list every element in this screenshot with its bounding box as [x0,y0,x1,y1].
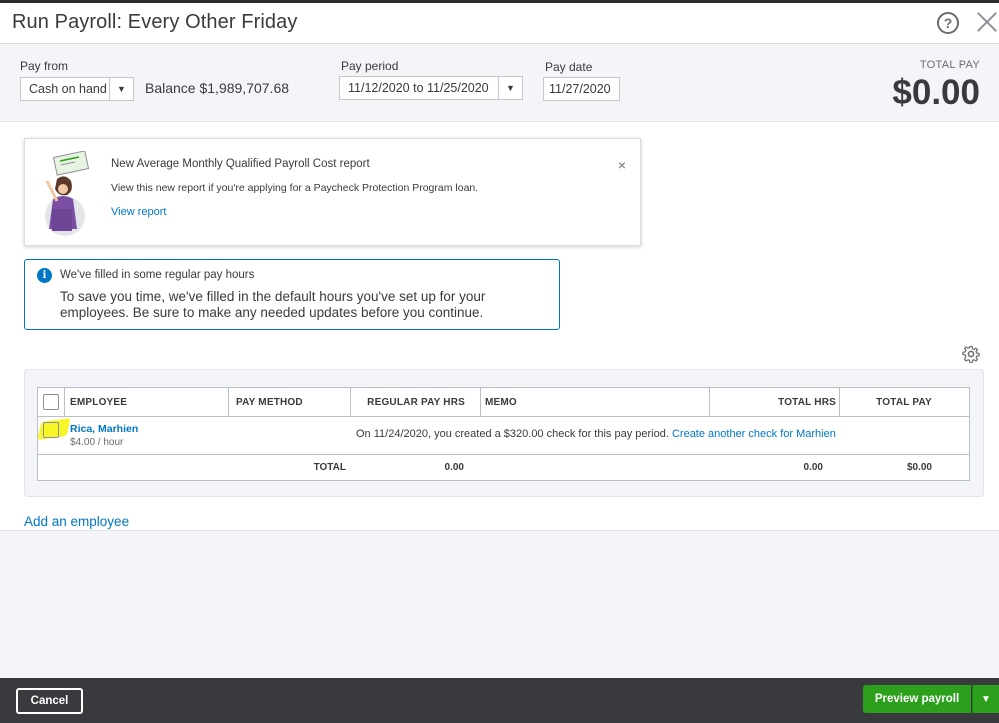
pay-date-label: Pay date [545,60,593,74]
info-icon: i [37,268,52,283]
pay-period-select[interactable]: 11/12/2020 to 11/25/2020 ▼ [339,76,523,100]
paycheck-message-text: On 11/24/2020, you created a $320.00 che… [356,428,669,440]
pay-from-select[interactable]: Cash on hand ▼ [20,77,134,101]
dropdown-caret-icon: ▼ [109,78,133,100]
report-notice-card: New Average Monthly Qualified Payroll Co… [24,138,641,246]
column-header-total-hrs[interactable]: TOTAL HRS [709,388,836,416]
chevron-down-icon[interactable]: ▼ [972,685,999,713]
notice-title: New Average Monthly Qualified Payroll Co… [111,158,370,170]
column-divider [480,388,481,416]
totals-label: TOTAL [313,462,346,473]
page-title: Run Payroll: Every Other Friday [12,11,298,33]
info-banner: i We've filled in some regular pay hours… [24,259,560,330]
dropdown-caret-icon: ▼ [498,77,522,99]
column-header-total-pay[interactable]: TOTAL PAY [839,388,969,416]
column-divider [64,388,65,416]
pay-period-value: 11/12/2020 to 11/25/2020 [348,81,489,95]
employee-name-link[interactable]: Rica, Marhien [70,423,138,435]
cancel-button[interactable]: Cancel [16,688,83,714]
select-all-checkbox[interactable] [43,394,59,410]
help-icon[interactable]: ? [937,12,959,34]
illustration [45,151,90,236]
pay-period-label: Pay period [341,59,399,73]
row-checkbox[interactable] [43,422,59,438]
close-icon[interactable] [974,9,999,35]
footer-bar: Cancel Preview payroll ▼ [0,678,999,723]
title-bar: Run Payroll: Every Other Friday ? [0,0,999,44]
payroll-table: EMPLOYEE PAY METHOD REGULAR PAY HRS MEMO… [37,387,970,481]
account-balance: Balance $1,989,707.68 [145,80,290,96]
pay-date-input[interactable]: 11/27/2020 [543,77,620,101]
preview-payroll-button[interactable]: Preview payroll [863,685,971,713]
create-another-check-link[interactable]: Create another check for Marhien [672,428,836,440]
table-row: Rica, Marhien $4.00 / hour On 11/24/2020… [37,417,969,455]
totals-total-pay: $0.00 [906,462,932,473]
column-header-pay-method[interactable]: PAY METHOD [236,388,303,416]
totals-total-hrs: 0.00 [803,462,823,473]
view-report-link[interactable]: View report [111,206,166,218]
gear-icon[interactable] [962,345,980,363]
empty-area [0,530,999,678]
total-pay-value: $0.00 [892,73,980,112]
info-body: To save you time, we've filled in the de… [60,289,486,320]
total-pay-label: TOTAL PAY [919,59,980,71]
add-employee-link[interactable]: Add an employee [24,514,129,529]
table-header-row: EMPLOYEE PAY METHOD REGULAR PAY HRS MEMO… [38,388,969,417]
notice-body: View this new report if you're applying … [111,182,479,194]
column-header-employee[interactable]: EMPLOYEE [70,388,127,416]
totals-regular-hrs: 0.00 [444,462,464,473]
info-title: We've filled in some regular pay hours [60,269,255,281]
employee-rate: $4.00 / hour [70,437,124,448]
column-header-regular-pay-hrs[interactable]: REGULAR PAY HRS [350,388,465,416]
pay-date-value: 11/27/2020 [549,82,611,96]
totals-row: TOTAL 0.00 0.00 $0.00 [38,455,969,480]
column-divider [228,388,229,416]
payroll-table-panel: EMPLOYEE PAY METHOD REGULAR PAY HRS MEMO… [24,369,984,497]
column-header-memo[interactable]: MEMO [485,388,517,416]
paycheck-message: On 11/24/2020, you created a $320.00 che… [356,428,836,440]
pay-from-value: Cash on hand [29,82,107,96]
pay-from-label: Pay from [20,59,69,73]
close-icon[interactable]: × [618,157,626,173]
